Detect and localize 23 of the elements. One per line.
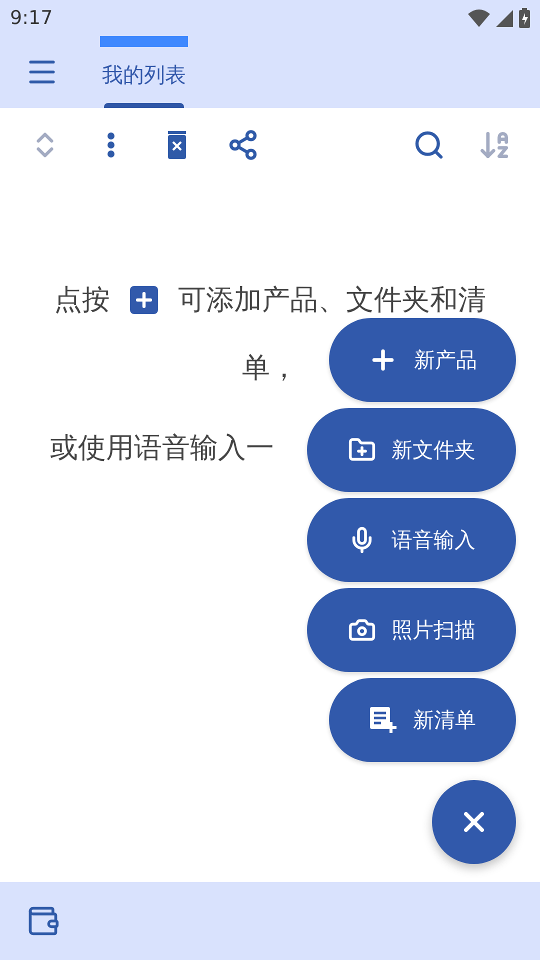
fab-action-button[interactable]: 照片扫描 [307, 588, 516, 672]
fab-action-button[interactable]: 新产品 [329, 318, 516, 402]
hint-text: 或使用语音输入一 [50, 430, 274, 466]
wifi-icon [468, 9, 490, 27]
hint-text: 点按 [54, 282, 110, 318]
search-icon [413, 129, 445, 161]
more-icon [107, 132, 115, 158]
list-tab[interactable]: 我的列表 [100, 36, 188, 108]
status-time: 9:17 [10, 7, 53, 29]
signal-icon [496, 10, 513, 26]
hint-text: 可添加产品、文件夹和清 [178, 282, 486, 318]
close-fab-button[interactable] [432, 780, 516, 864]
share-icon [227, 129, 259, 161]
wallet-button[interactable] [26, 904, 60, 938]
fab-action-button[interactable]: 语音输入 [307, 498, 516, 582]
add-icon [130, 286, 158, 314]
list-add-icon [369, 706, 397, 734]
delete-icon [166, 131, 188, 159]
battery-icon [519, 8, 530, 28]
wallet-icon [26, 904, 60, 938]
fab-action-button[interactable]: 新清单 [329, 678, 516, 762]
hint-text: 单， [242, 350, 298, 386]
fab-action-button[interactable]: 新文件夹 [307, 408, 516, 492]
